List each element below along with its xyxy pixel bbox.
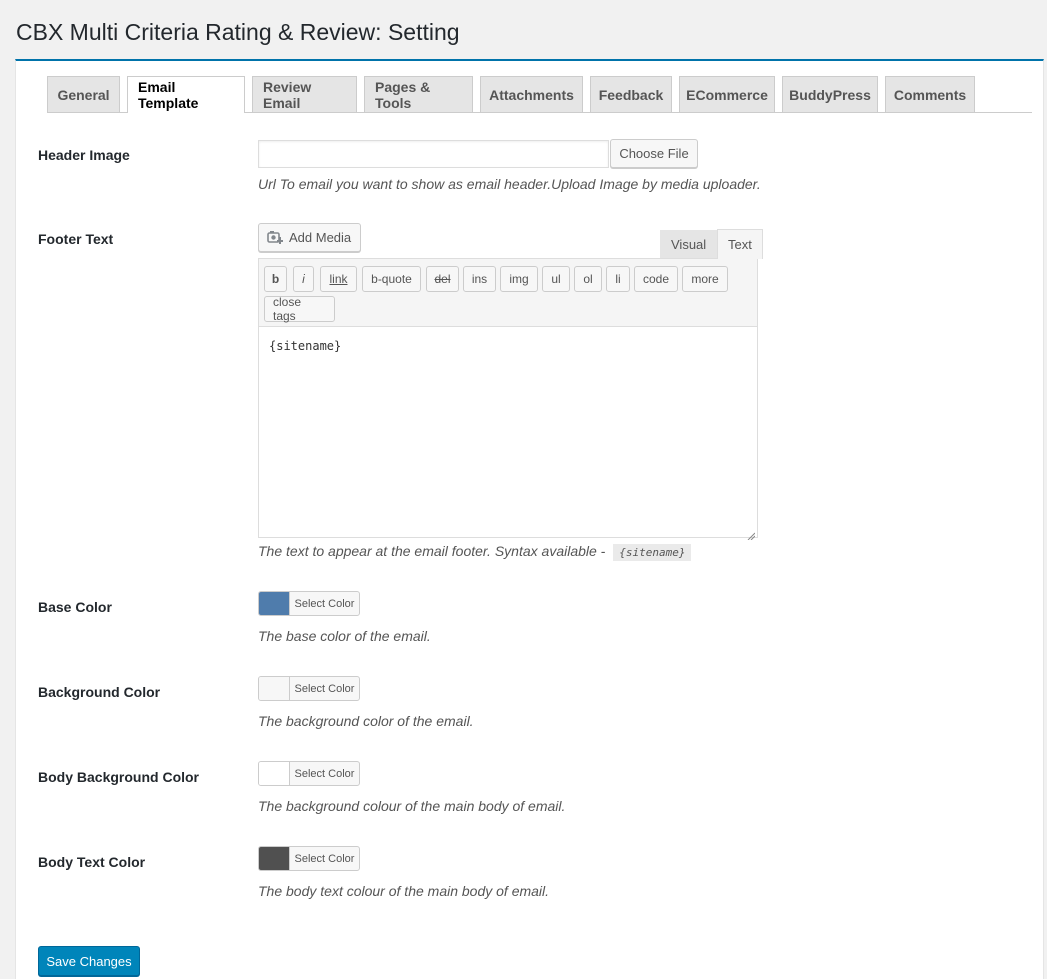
tab-pages-tools[interactable]: Pages & Tools	[364, 76, 473, 112]
tab-general[interactable]: General	[47, 76, 120, 112]
tab-review-email[interactable]: Review Email	[252, 76, 357, 112]
tab-comments[interactable]: Comments	[885, 76, 975, 112]
body-text-color-description: The body text colour of the main body of…	[258, 883, 550, 899]
footer-text-description: The text to appear at the email footer. …	[258, 543, 692, 561]
body-background-color-picker[interactable]: Select Color	[258, 761, 360, 786]
qt-ol-button[interactable]: ol	[574, 266, 602, 292]
editor-tab-text[interactable]: Text	[717, 229, 763, 259]
quicktags-toolbar: b i link b-quote del ins img ul ol li co…	[259, 259, 757, 327]
add-media-button[interactable]: Add Media	[258, 223, 361, 252]
tab-feedback[interactable]: Feedback	[590, 76, 672, 112]
background-color-description: The background color of the email.	[258, 713, 474, 729]
background-color-picker[interactable]: Select Color	[258, 676, 360, 701]
footer-text-content[interactable]: {sitename}	[269, 339, 341, 353]
qt-li-button[interactable]: li	[606, 266, 630, 292]
header-image-url-input[interactable]	[258, 140, 609, 168]
tab-ecommerce[interactable]: ECommerce	[679, 76, 775, 112]
qt-ul-button[interactable]: ul	[542, 266, 570, 292]
header-image-label: Header Image	[38, 147, 130, 163]
save-changes-button[interactable]: Save Changes	[38, 946, 140, 976]
body-text-color-swatch[interactable]	[259, 847, 290, 870]
editor-tab-visual[interactable]: Visual	[660, 230, 718, 259]
settings-panel: General Email Template Review Email Page…	[15, 59, 1044, 979]
qt-bquote-button[interactable]: b-quote	[362, 266, 421, 292]
qt-code-button[interactable]: code	[634, 266, 678, 292]
base-color-picker[interactable]: Select Color	[258, 591, 360, 616]
background-color-label: Background Color	[38, 684, 161, 700]
tab-buddypress[interactable]: BuddyPress	[782, 76, 878, 112]
qt-del-button[interactable]: del	[426, 266, 459, 292]
background-color-swatch[interactable]	[259, 677, 290, 700]
footer-text-editor[interactable]: b i link b-quote del ins img ul ol li co…	[258, 258, 758, 541]
body-text-color-label: Body Text Color	[38, 854, 146, 870]
header-image-description: Url To email you want to show as email h…	[258, 176, 761, 192]
footer-text-description-text: The text to appear at the email footer. …	[258, 543, 606, 559]
settings-tabs: General Email Template Review Email Page…	[47, 76, 975, 113]
footer-text-label: Footer Text	[38, 231, 114, 247]
qt-more-button[interactable]: more	[682, 266, 728, 292]
tab-attachments[interactable]: Attachments	[480, 76, 583, 112]
qt-close-tags-button[interactable]: close tags	[264, 295, 335, 323]
qt-link-button[interactable]: link	[320, 266, 357, 292]
syntax-code: {sitename}	[613, 544, 692, 561]
choose-file-button[interactable]: Choose File	[610, 139, 698, 168]
add-media-label: Add Media	[289, 230, 352, 245]
body-background-color-swatch[interactable]	[259, 762, 290, 785]
resize-grip-icon[interactable]	[747, 527, 756, 541]
base-color-select-label[interactable]: Select Color	[290, 592, 359, 615]
body-background-color-select-label[interactable]: Select Color	[290, 762, 359, 785]
qt-italic-button[interactable]: i	[293, 266, 314, 292]
page-title: CBX Multi Criteria Rating & Review: Sett…	[16, 19, 460, 45]
qt-ins-button[interactable]: ins	[463, 266, 496, 292]
add-media-icon	[267, 230, 284, 245]
base-color-description: The base color of the email.	[258, 628, 431, 644]
base-color-swatch[interactable]	[259, 592, 290, 615]
base-color-label: Base Color	[38, 599, 112, 615]
body-text-color-select-label[interactable]: Select Color	[290, 847, 359, 870]
qt-img-button[interactable]: img	[500, 266, 538, 292]
tab-email-template[interactable]: Email Template	[127, 76, 245, 113]
body-background-color-description: The background colour of the main body o…	[258, 798, 566, 814]
body-text-color-picker[interactable]: Select Color	[258, 846, 360, 871]
body-background-color-label: Body Background Color	[38, 769, 200, 785]
background-color-select-label[interactable]: Select Color	[290, 677, 359, 700]
qt-bold-button[interactable]: b	[264, 266, 287, 292]
